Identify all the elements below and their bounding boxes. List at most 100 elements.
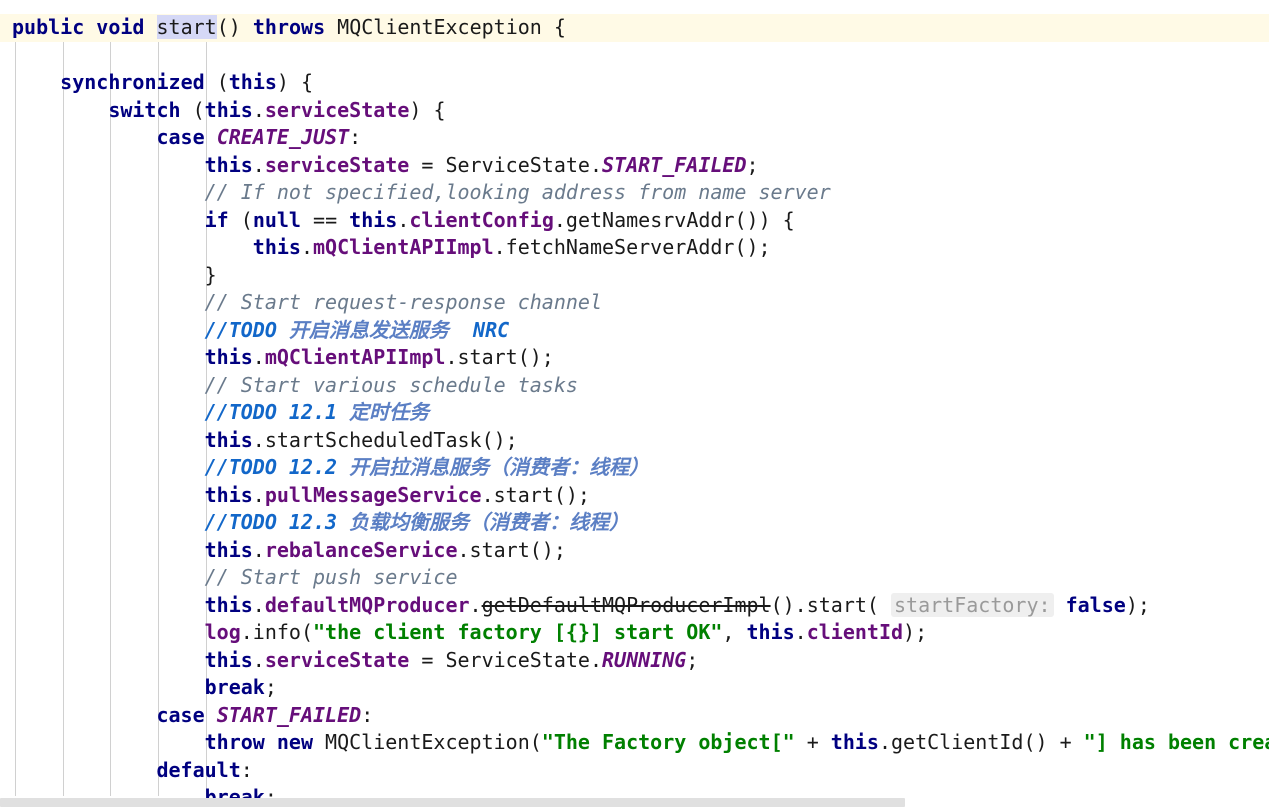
token-kw: this [204,152,253,177]
token-plain: ) { [409,97,446,122]
token-plain: ) { [276,70,314,94]
code-line[interactable]: case CREATE_JUST: [0,124,1269,152]
code-line[interactable]: // Start various schedule tasks [0,372,1269,400]
token-field: defaultMQProducer [264,592,470,617]
code-line[interactable]: // Start request-response channel [0,289,1269,317]
token-plain: ; [746,152,759,177]
token-field: clientConfig [409,207,554,232]
token-kw: case [156,702,205,727]
token-todo: TODO [228,317,277,342]
token-plain: .start(); [457,537,566,562]
token-plain: ().start( [770,592,891,617]
code-line[interactable]: this.mQClientAPIImpl.fetchNameServerAddr… [0,234,1269,262]
token-plain: .startScheduledTask(); [252,427,518,452]
token-field: pullMessageService [264,482,482,507]
code-line[interactable]: //TODO 12.1 定时任务 [0,399,1269,427]
token-kw: switch [108,97,181,122]
token-enumc: START_FAILED [602,152,747,177]
horizontal-scrollbar[interactable] [0,796,1269,807]
token-plain: ); [903,620,928,644]
token-kw: this [349,207,398,232]
code-line[interactable]: this.serviceState = ServiceState.RUNNING… [0,647,1269,675]
token-enumc: START_FAILED [216,702,362,727]
token-field: rebalanceService [264,537,458,562]
token-plain: . [252,345,265,369]
code-editor[interactable]: public void start() throws MQClientExcep… [0,0,1269,807]
token-cmt: // Start various schedule tasks [204,372,578,397]
code-line[interactable]: //TODO 12.3 负载均衡服务（消费者：线程） [0,509,1269,537]
token-field: serviceState [264,647,410,672]
code-line[interactable]: throw new MQClientException("The Factory… [0,729,1269,757]
token-cmt: // Start request-response channel [204,290,602,314]
token-kw: this [204,592,253,617]
token-plain: . [252,537,265,562]
token-kw: this [204,537,253,562]
token-cmt: // Start push service [204,565,458,589]
token-plain: : [349,125,362,149]
token-plain: : [361,702,374,727]
token-str: "the client factory [{}] start OK" [313,620,723,644]
token-plain: ( [228,207,253,232]
horizontal-scrollbar-thumb[interactable] [0,798,905,807]
token-plain: . [397,207,410,232]
token-plain: . [469,592,482,617]
code-line[interactable]: this.rebalanceService.start(); [0,537,1269,565]
code-line[interactable]: if (null == this.clientConfig.getNamesrv… [0,207,1269,235]
token-plain: . [252,482,265,507]
token-cmt: // If not specified,looking address from… [204,180,831,204]
token-kw: void [96,15,145,39]
token-plain: .fetchNameServerAddr(); [493,235,771,259]
token-plain: ; [686,647,699,672]
token-kw: this [830,730,879,754]
token-kw: this [746,620,795,644]
code-line[interactable]: case START_FAILED: [0,702,1269,730]
token-plain: : [240,757,253,782]
token-kw: case [156,125,205,149]
token-todo: //TODO 12.1 [204,400,338,424]
token-kw: new [276,730,314,754]
token-kw: if [204,207,229,232]
token-todocn: 开启消息发送服务 [288,317,449,342]
selected-text: start [156,15,217,39]
token-kw: this [204,482,253,507]
token-plain: ); [1125,592,1150,617]
code-line[interactable]: default: [0,757,1269,785]
code-line[interactable]: } [0,262,1269,290]
token-kw: public [12,15,85,39]
token-todo: //TODO 12.2 [204,455,338,479]
code-line[interactable]: switch (this.serviceState) { [0,97,1269,125]
code-line[interactable] [0,42,1269,70]
token-plain: . [252,97,265,122]
token-plain: ( [180,97,205,122]
code-line[interactable]: public void start() throws MQClientExcep… [0,14,1269,42]
code-lines[interactable]: public void start() throws MQClientExcep… [0,14,1269,807]
code-line[interactable]: this.pullMessageService.start(); [0,482,1269,510]
token-plain: } [204,262,217,287]
token-plain: , [722,620,747,644]
code-line[interactable]: //TODO 12.2 开启拉消息服务（消费者：线程） [0,454,1269,482]
code-line[interactable]: this.mQClientAPIImpl.start(); [0,344,1269,372]
token-todocn: 定时任务 [349,400,430,424]
code-line[interactable]: this.defaultMQProducer.getDefaultMQProdu… [0,592,1269,620]
token-plain: = ServiceState. [409,647,602,672]
token-field: serviceState [264,152,410,177]
code-line[interactable]: // If not specified,looking address from… [0,179,1269,207]
code-line[interactable]: //TODO 开启消息发送服务 NRC [0,317,1269,345]
code-line[interactable]: this.serviceState = ServiceState.START_F… [0,152,1269,180]
token-todocn: 负载均衡服务（消费者：线程） [349,510,630,534]
token-str: "] has been created before, specify anot… [1083,730,1269,754]
code-line[interactable]: break; [0,674,1269,702]
code-line[interactable]: synchronized (this) { [0,69,1269,97]
code-line[interactable]: // Start push service [0,564,1269,592]
code-line[interactable]: log.info("the client factory [{}] start … [0,619,1269,647]
token-field: mQClientAPIImpl [313,235,494,259]
code-line[interactable]: this.startScheduledTask(); [0,427,1269,455]
token-plain: .getNamesrvAddr()) { [553,207,795,232]
token-plain: .info( [240,620,313,644]
token-plain: . [794,620,807,644]
token-todocn [449,318,473,342]
